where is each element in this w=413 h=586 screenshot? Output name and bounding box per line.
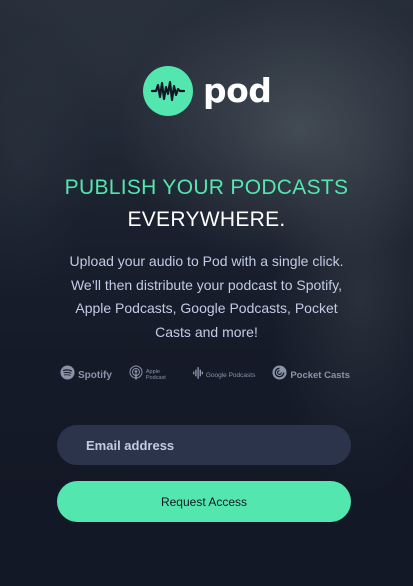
platform-pocket-casts: Pocket Casts: [272, 365, 350, 385]
request-access-button[interactable]: Request Access: [57, 481, 351, 522]
headline-line-2: EVERYWHERE.: [127, 208, 286, 231]
platform-label: Spotify: [78, 369, 112, 381]
pocket-casts-icon: [272, 365, 287, 385]
platform-label: Pocket Casts: [290, 369, 350, 381]
google-podcasts-icon: [192, 366, 203, 384]
brand-logo: pod: [143, 66, 272, 116]
platform-logos: Spotify Apple Podcast Google Podcasts Po…: [60, 365, 350, 385]
platform-google-podcasts: Google Podcasts: [192, 366, 256, 384]
headline-line-1: PUBLISH YOUR PODCASTS: [64, 176, 349, 199]
email-field[interactable]: [57, 425, 351, 465]
platform-label: Apple Podcast: [145, 369, 166, 381]
landing-page: pod PUBLISH YOUR PODCASTS EVERYWHERE. Up…: [0, 0, 413, 586]
brand-name: pod: [203, 70, 272, 110]
spotify-icon: [60, 365, 75, 385]
platform-spotify: Spotify: [60, 365, 112, 385]
page-description: Upload your audio to Pod with a single c…: [69, 253, 344, 340]
apple-podcasts-icon: [129, 365, 143, 386]
page-headline: PUBLISH YOUR PODCASTS EVERYWHERE.: [0, 172, 413, 236]
platform-label: Google Podcasts: [205, 371, 256, 379]
platform-apple-podcasts: Apple Podcast: [129, 365, 176, 386]
waveform-icon: [143, 66, 193, 116]
